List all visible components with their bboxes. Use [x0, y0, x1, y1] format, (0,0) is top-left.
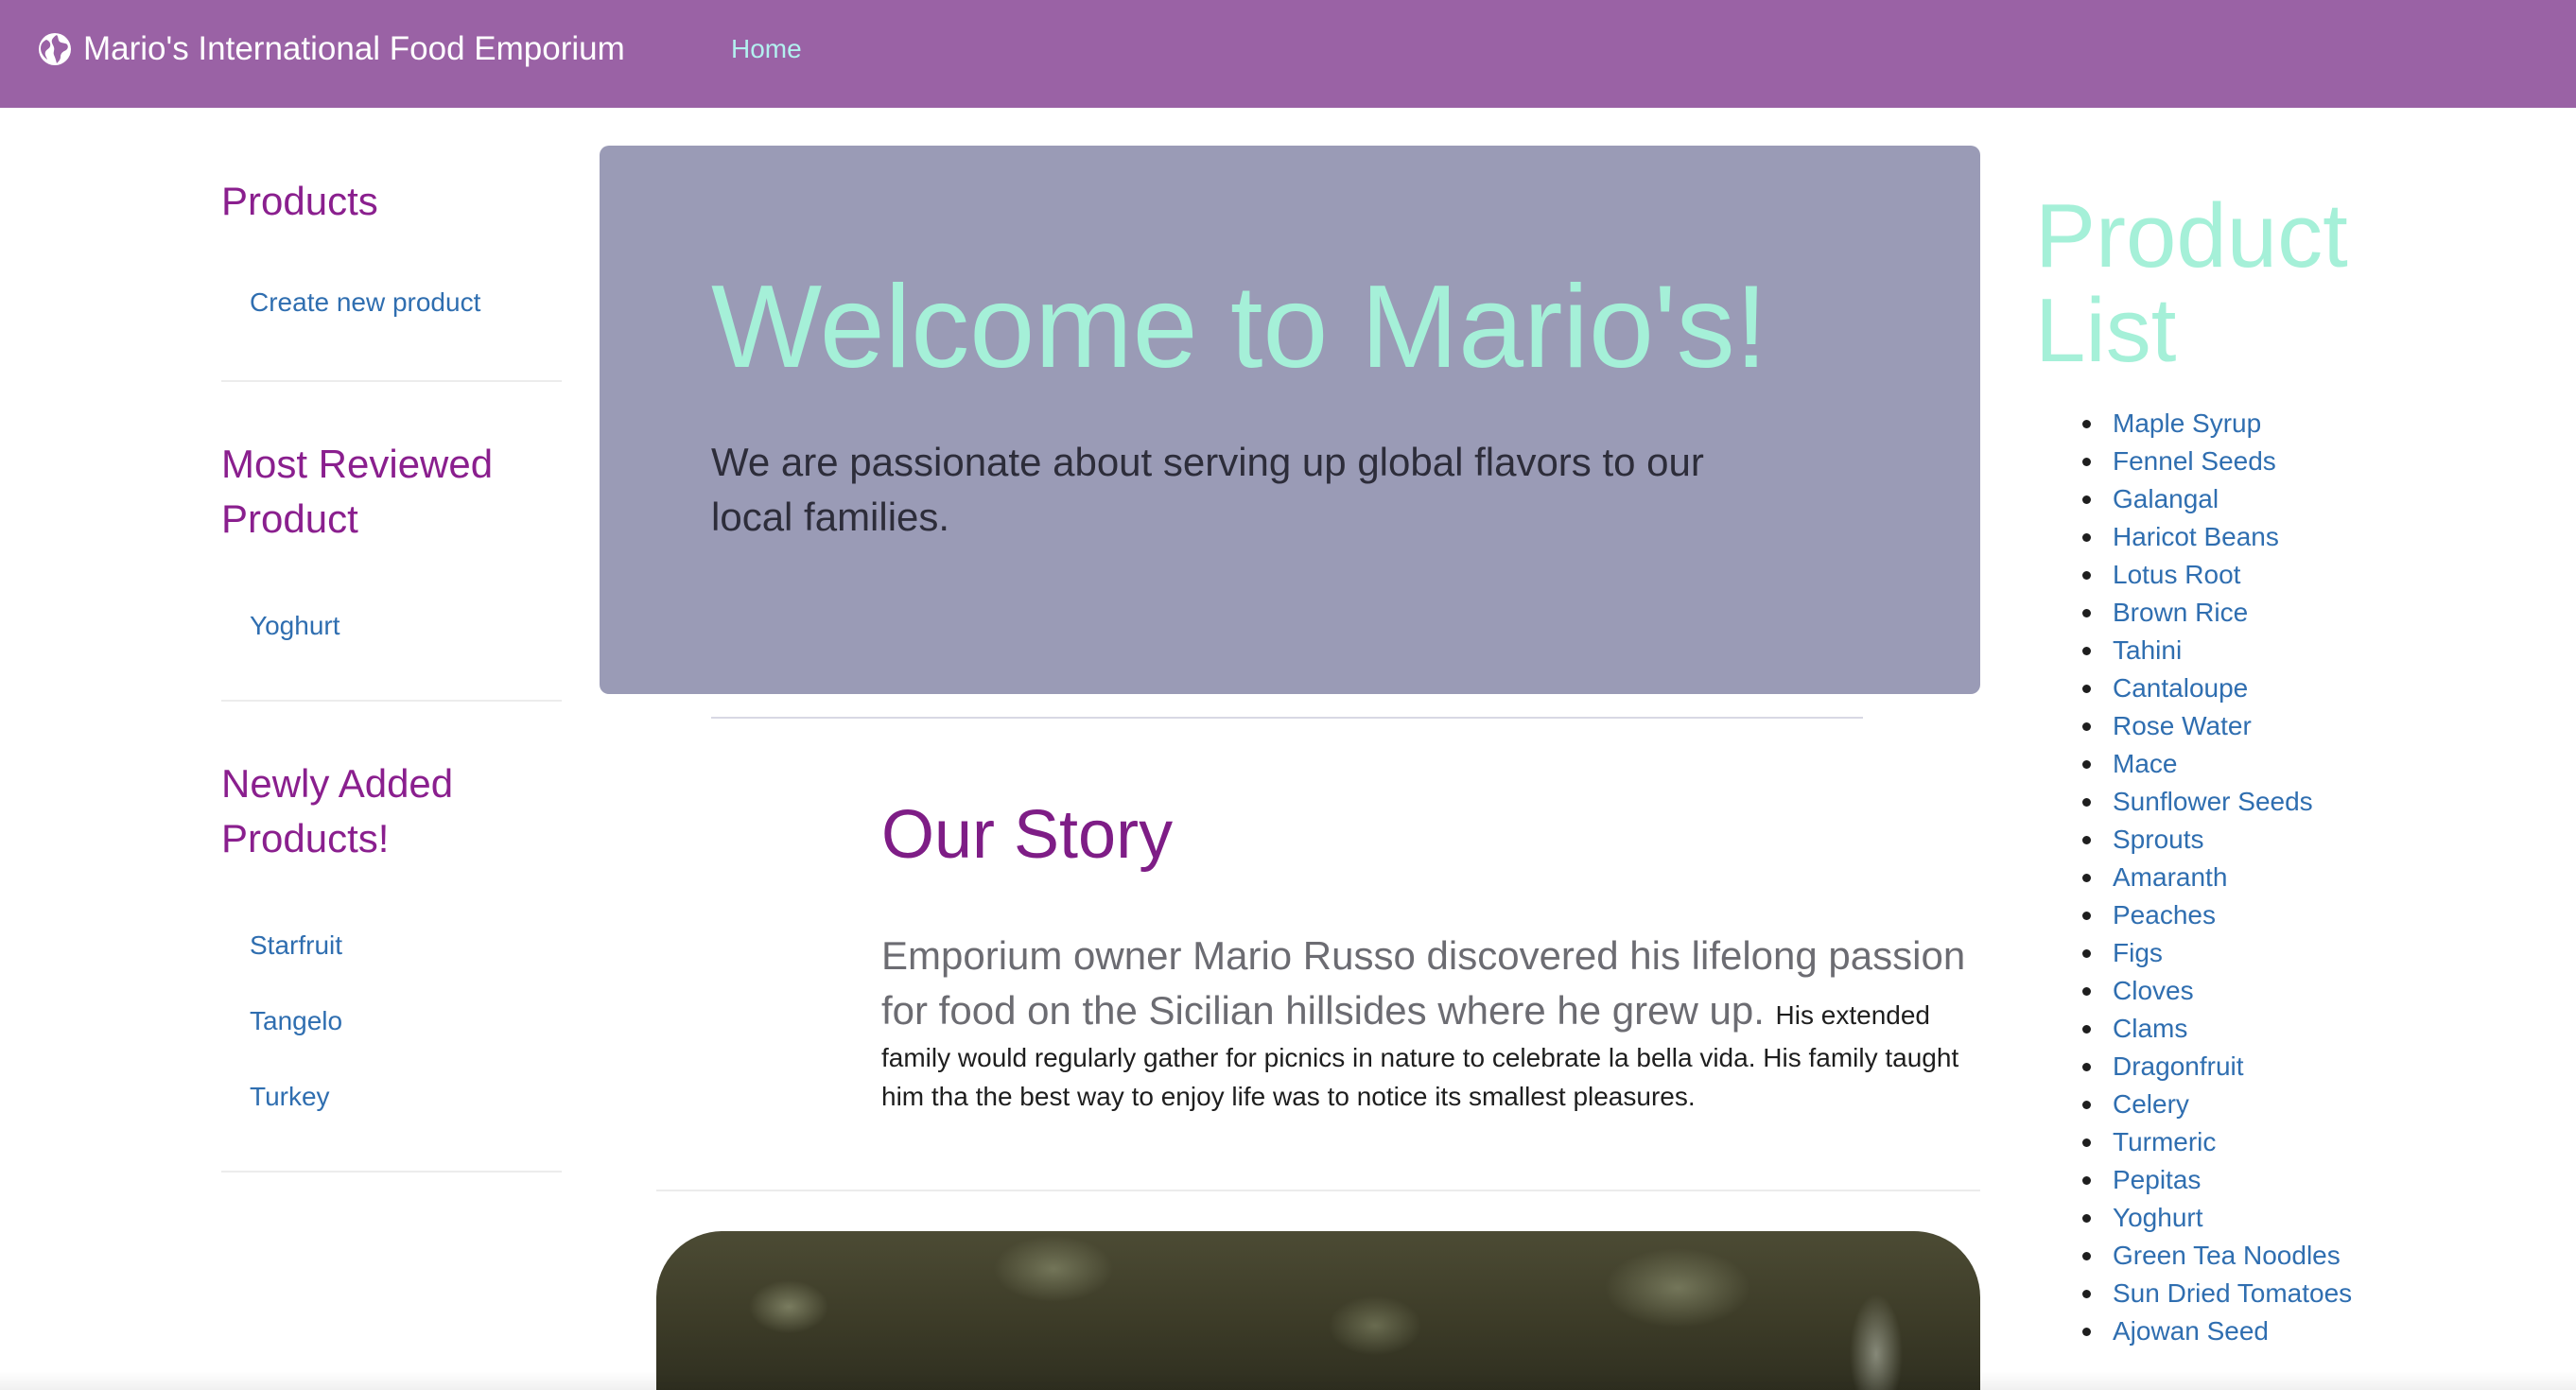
product-link[interactable]: Green Tea Noodles [2082, 1237, 2396, 1275]
product-link[interactable]: Sun Dried Tomatoes [2082, 1275, 2396, 1312]
left-sidebar: Products Create new product Most Reviewe… [221, 108, 562, 1173]
products-section: Products Create new product [221, 108, 562, 382]
product-link[interactable]: Amaranth [2082, 859, 2396, 896]
section-divider [656, 1190, 1980, 1191]
most-reviewed-section: Most Reviewed Product Yoghurt [221, 382, 562, 702]
product-link[interactable]: Rose Water [2082, 707, 2396, 745]
product-link[interactable]: Cantaloupe [2082, 669, 2396, 707]
newly-added-link[interactable]: Starfruit [250, 930, 342, 961]
products-heading: Products [221, 179, 378, 223]
product-link[interactable]: Sunflower Seeds [2082, 783, 2396, 821]
most-reviewed-link[interactable]: Yoghurt [250, 611, 340, 641]
product-link[interactable]: Mace [2082, 745, 2396, 783]
product-link[interactable]: Turmeric [2082, 1123, 2396, 1161]
product-link[interactable]: Lotus Root [2082, 556, 2396, 594]
globe-icon [39, 33, 71, 65]
jumbotron-divider [711, 717, 1863, 719]
product-link[interactable]: Maple Syrup [2082, 405, 2396, 443]
product-link[interactable]: Yoghurt [2082, 1199, 2396, 1237]
product-link[interactable]: Fennel Seeds [2082, 443, 2396, 480]
top-navbar: Mario's International Food Emporium Home [0, 0, 2576, 108]
product-list: Maple Syrup Fennel Seeds Galangal Harico… [2082, 405, 2396, 1350]
bottom-edge-shadow [0, 1371, 2576, 1390]
product-link[interactable]: Dragonfruit [2082, 1048, 2396, 1086]
most-reviewed-heading: Most Reviewed Product [221, 442, 494, 541]
product-link[interactable]: Pepitas [2082, 1161, 2396, 1199]
product-link[interactable]: Tahini [2082, 632, 2396, 669]
product-link[interactable]: Galangal [2082, 480, 2396, 518]
our-story-text: Emporium owner Mario Russo discovered hi… [881, 929, 1978, 1116]
brand-link[interactable]: Mario's International Food Emporium [38, 0, 625, 98]
welcome-title: Welcome to Mario's! [711, 262, 1768, 392]
product-link[interactable]: Haricot Beans [2082, 518, 2396, 556]
newly-added-section: Newly Added Products! Starfruit Tangelo … [221, 702, 562, 1173]
product-link[interactable]: Peaches [2082, 896, 2396, 934]
newly-added-heading: Newly Added Products! [221, 761, 454, 860]
product-list-heading: Product List [2035, 185, 2348, 381]
nav-home-link[interactable]: Home [731, 0, 802, 98]
product-link[interactable]: Figs [2082, 934, 2396, 972]
product-link[interactable]: Ajowan Seed [2082, 1312, 2396, 1350]
welcome-subtitle: We are passionate about serving up globa… [711, 440, 1704, 539]
our-story-heading: Our Story [881, 797, 1174, 873]
story-photo [656, 1231, 1980, 1390]
create-new-product-link[interactable]: Create new product [250, 287, 480, 318]
product-link[interactable]: Brown Rice [2082, 594, 2396, 632]
brand-title: Mario's International Food Emporium [83, 30, 625, 67]
product-link[interactable]: Celery [2082, 1086, 2396, 1123]
product-link[interactable]: Cloves [2082, 972, 2396, 1010]
product-link[interactable]: Sprouts [2082, 821, 2396, 859]
newly-added-link[interactable]: Tangelo [250, 1006, 342, 1036]
product-link[interactable]: Clams [2082, 1010, 2396, 1048]
newly-added-link[interactable]: Turkey [250, 1082, 330, 1112]
welcome-jumbotron: Welcome to Mario's! We are passionate ab… [600, 146, 1980, 719]
